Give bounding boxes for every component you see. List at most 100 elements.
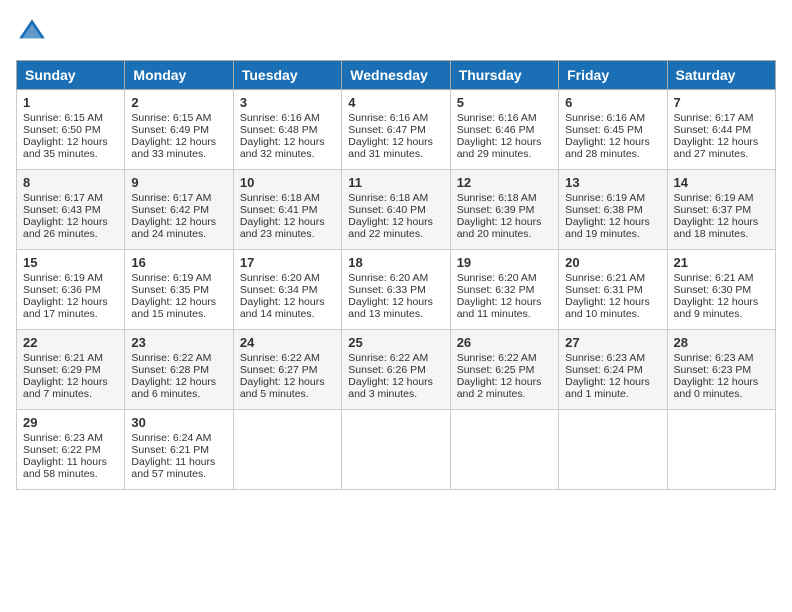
day-info: and 10 minutes. [565, 308, 660, 320]
day-info: Daylight: 12 hours [131, 296, 226, 308]
day-info: Sunset: 6:21 PM [131, 444, 226, 456]
day-info: and 32 minutes. [240, 148, 335, 160]
day-info: Sunset: 6:40 PM [348, 204, 443, 216]
day-info: Sunrise: 6:17 AM [23, 192, 118, 204]
day-info: Sunrise: 6:23 AM [23, 432, 118, 444]
calendar-cell: 21Sunrise: 6:21 AMSunset: 6:30 PMDayligh… [667, 250, 775, 330]
day-info: and 35 minutes. [23, 148, 118, 160]
weekday-saturday: Saturday [667, 61, 775, 90]
calendar-cell: 22Sunrise: 6:21 AMSunset: 6:29 PMDayligh… [17, 330, 125, 410]
day-info: Sunrise: 6:19 AM [23, 272, 118, 284]
day-number: 4 [348, 95, 443, 110]
day-info: Sunrise: 6:22 AM [348, 352, 443, 364]
day-info: and 14 minutes. [240, 308, 335, 320]
day-info: Sunrise: 6:20 AM [348, 272, 443, 284]
day-info: Sunrise: 6:21 AM [565, 272, 660, 284]
day-info: Sunrise: 6:18 AM [240, 192, 335, 204]
day-info: Daylight: 12 hours [674, 376, 769, 388]
day-info: Daylight: 12 hours [23, 136, 118, 148]
day-info: and 7 minutes. [23, 388, 118, 400]
calendar-cell: 13Sunrise: 6:19 AMSunset: 6:38 PMDayligh… [559, 170, 667, 250]
day-info: and 9 minutes. [674, 308, 769, 320]
day-info: and 6 minutes. [131, 388, 226, 400]
day-number: 10 [240, 175, 335, 190]
logo-icon [16, 16, 48, 48]
day-info: Sunrise: 6:15 AM [131, 112, 226, 124]
day-number: 24 [240, 335, 335, 350]
day-number: 27 [565, 335, 660, 350]
calendar-cell: 3Sunrise: 6:16 AMSunset: 6:48 PMDaylight… [233, 90, 341, 170]
day-info: and 31 minutes. [348, 148, 443, 160]
day-info: Sunrise: 6:15 AM [23, 112, 118, 124]
calendar-cell: 29Sunrise: 6:23 AMSunset: 6:22 PMDayligh… [17, 410, 125, 490]
calendar-cell [233, 410, 341, 490]
day-info: and 13 minutes. [348, 308, 443, 320]
calendar-cell: 30Sunrise: 6:24 AMSunset: 6:21 PMDayligh… [125, 410, 233, 490]
day-info: Sunset: 6:47 PM [348, 124, 443, 136]
day-info: Daylight: 12 hours [457, 376, 552, 388]
weekday-tuesday: Tuesday [233, 61, 341, 90]
weekday-sunday: Sunday [17, 61, 125, 90]
day-info: and 15 minutes. [131, 308, 226, 320]
calendar-week-5: 29Sunrise: 6:23 AMSunset: 6:22 PMDayligh… [17, 410, 776, 490]
day-number: 15 [23, 255, 118, 270]
day-info: Daylight: 12 hours [348, 296, 443, 308]
calendar-cell: 5Sunrise: 6:16 AMSunset: 6:46 PMDaylight… [450, 90, 558, 170]
calendar-cell: 28Sunrise: 6:23 AMSunset: 6:23 PMDayligh… [667, 330, 775, 410]
day-info: Sunrise: 6:16 AM [348, 112, 443, 124]
day-number: 2 [131, 95, 226, 110]
day-info: Daylight: 12 hours [565, 136, 660, 148]
day-number: 11 [348, 175, 443, 190]
day-info: and 29 minutes. [457, 148, 552, 160]
day-number: 17 [240, 255, 335, 270]
day-number: 30 [131, 415, 226, 430]
logo [16, 16, 52, 48]
day-info: Sunrise: 6:18 AM [348, 192, 443, 204]
day-info: and 27 minutes. [674, 148, 769, 160]
calendar-cell: 4Sunrise: 6:16 AMSunset: 6:47 PMDaylight… [342, 90, 450, 170]
day-info: Daylight: 12 hours [565, 376, 660, 388]
calendar-cell: 19Sunrise: 6:20 AMSunset: 6:32 PMDayligh… [450, 250, 558, 330]
day-info: Sunrise: 6:24 AM [131, 432, 226, 444]
calendar-cell: 6Sunrise: 6:16 AMSunset: 6:45 PMDaylight… [559, 90, 667, 170]
day-info: Sunset: 6:32 PM [457, 284, 552, 296]
day-number: 22 [23, 335, 118, 350]
day-info: and 23 minutes. [240, 228, 335, 240]
day-info: Sunset: 6:25 PM [457, 364, 552, 376]
calendar-cell [559, 410, 667, 490]
day-info: Sunset: 6:44 PM [674, 124, 769, 136]
day-number: 9 [131, 175, 226, 190]
day-info: Sunset: 6:43 PM [23, 204, 118, 216]
day-info: and 11 minutes. [457, 308, 552, 320]
day-info: Sunrise: 6:16 AM [457, 112, 552, 124]
day-info: Daylight: 12 hours [240, 216, 335, 228]
day-number: 13 [565, 175, 660, 190]
day-number: 14 [674, 175, 769, 190]
day-info: Daylight: 12 hours [457, 136, 552, 148]
calendar-week-2: 8Sunrise: 6:17 AMSunset: 6:43 PMDaylight… [17, 170, 776, 250]
day-info: and 1 minute. [565, 388, 660, 400]
day-info: Sunrise: 6:22 AM [457, 352, 552, 364]
page-header [16, 16, 776, 48]
day-info: Sunrise: 6:19 AM [131, 272, 226, 284]
day-info: and 26 minutes. [23, 228, 118, 240]
day-number: 25 [348, 335, 443, 350]
calendar-cell: 12Sunrise: 6:18 AMSunset: 6:39 PMDayligh… [450, 170, 558, 250]
day-info: Sunset: 6:29 PM [23, 364, 118, 376]
calendar-cell [342, 410, 450, 490]
day-info: Sunrise: 6:21 AM [23, 352, 118, 364]
day-number: 23 [131, 335, 226, 350]
day-number: 12 [457, 175, 552, 190]
day-info: Daylight: 12 hours [23, 216, 118, 228]
day-number: 21 [674, 255, 769, 270]
weekday-thursday: Thursday [450, 61, 558, 90]
day-info: Sunset: 6:22 PM [23, 444, 118, 456]
day-info: Sunset: 6:46 PM [457, 124, 552, 136]
day-info: and 18 minutes. [674, 228, 769, 240]
day-info: Sunset: 6:23 PM [674, 364, 769, 376]
day-info: and 57 minutes. [131, 468, 226, 480]
day-info: Sunrise: 6:18 AM [457, 192, 552, 204]
calendar-cell: 9Sunrise: 6:17 AMSunset: 6:42 PMDaylight… [125, 170, 233, 250]
calendar-cell: 10Sunrise: 6:18 AMSunset: 6:41 PMDayligh… [233, 170, 341, 250]
weekday-header-row: SundayMondayTuesdayWednesdayThursdayFrid… [17, 61, 776, 90]
